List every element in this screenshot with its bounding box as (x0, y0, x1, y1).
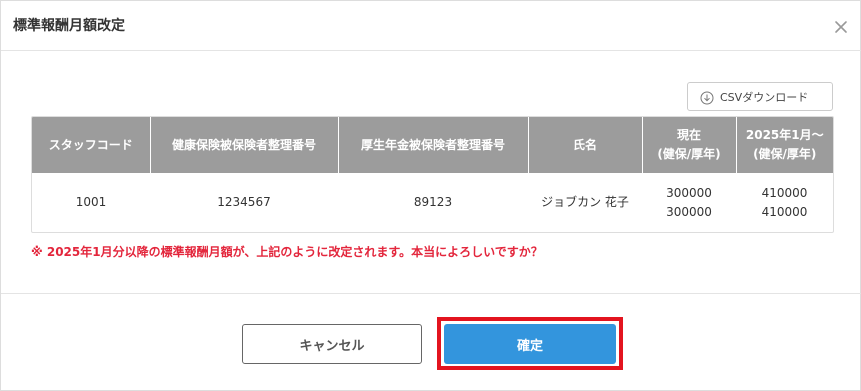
csv-download-label: CSVダウンロード (720, 90, 809, 104)
column-header-new: 2025年1月〜 (健保/厚年) (736, 117, 833, 173)
column-header-health-insurance-no: 健康保険被保険者整理番号 (150, 117, 339, 173)
confirm-button[interactable]: 確定 (444, 324, 616, 364)
download-icon (700, 90, 714, 104)
cell-current-pension: 300000 (666, 204, 712, 219)
confirmation-notice: ※ 2025年1月分以降の標準報酬月額が、上記のように改定されます。本当によろし… (31, 245, 543, 259)
remuneration-table: スタッフコード 健康保険被保険者整理番号 厚生年金被保険者整理番号 氏名 現在 … (31, 116, 834, 233)
cell-staff-code: 1001 (75, 195, 107, 209)
column-header-current: 現在 (健保/厚年) (642, 117, 737, 173)
csv-download-button[interactable]: CSVダウンロード (687, 82, 833, 111)
cancel-button[interactable]: キャンセル (242, 324, 422, 364)
cell-current: 300000 300000 (642, 173, 736, 232)
column-header-name: 氏名 (528, 117, 643, 173)
table-row: 1001 1234567 89123 ジョブカン 花子 300000 30000… (32, 173, 833, 232)
cell-new: 410000 410000 (736, 173, 833, 232)
dialog-title: 標準報酬月額改定 (13, 18, 125, 34)
close-icon[interactable] (830, 16, 852, 38)
footer-divider (1, 293, 861, 294)
cell-new-health: 410000 (761, 185, 808, 200)
cell-pension-no: 89123 (413, 195, 453, 209)
column-header-staff-code: スタッフコード (32, 117, 151, 173)
dialog-header: 標準報酬月額改定 (1, 1, 861, 51)
cell-health-insurance-no: 1234567 (217, 195, 271, 209)
cell-name: ジョブカン 花子 (541, 195, 629, 209)
table-header-row: スタッフコード 健康保険被保険者整理番号 厚生年金被保険者整理番号 氏名 現在 … (32, 117, 833, 173)
cell-current-health: 300000 (666, 185, 712, 200)
standard-remuneration-dialog: 標準報酬月額改定 CSVダウンロード スタッフコード 健康保険被保険者整理番号 … (0, 0, 861, 391)
column-header-pension-no: 厚生年金被保険者整理番号 (338, 117, 529, 173)
cell-new-pension: 410000 (761, 204, 808, 219)
